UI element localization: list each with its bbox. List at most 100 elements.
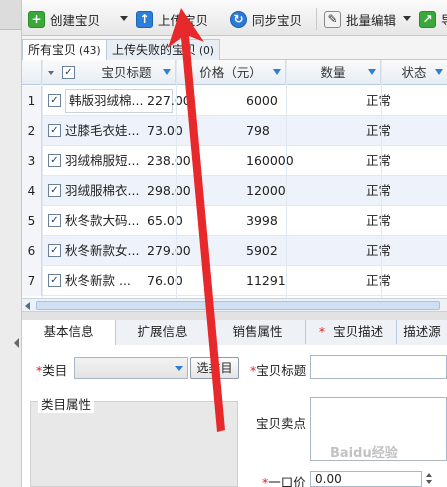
row-number: 3 <box>22 146 42 176</box>
row-number-header <box>22 60 42 85</box>
pick-category-button[interactable]: 选类目 <box>190 357 239 379</box>
import-icon: ↗ <box>419 10 436 28</box>
row-checkbox[interactable]: ✓ <box>48 274 61 287</box>
cell-status: 正常 <box>366 183 392 198</box>
sync-item-button[interactable]: ↻ 同步宝贝 <box>230 9 302 29</box>
row-checkbox[interactable]: ✓ <box>48 214 61 227</box>
tab-sales-attributes[interactable]: 销售属性 <box>210 320 306 344</box>
chevron-down-icon[interactable] <box>403 16 411 21</box>
table-row[interactable]: 3 ✓ 羽绒棉服短... 238.00 160000 正常 <box>22 146 447 176</box>
filter-icon[interactable] <box>163 69 171 75</box>
collapse-handle-icon[interactable] <box>14 338 19 348</box>
create-item-button[interactable]: + 创建宝贝 <box>28 9 100 29</box>
tab-sales-attributes-label: 销售属性 <box>232 324 283 339</box>
cell-price[interactable]: 65.00 <box>147 206 247 236</box>
cell-quantity[interactable]: 6000 <box>246 86 346 116</box>
import-label: 导 <box>441 10 447 29</box>
filter-icon[interactable] <box>273 69 281 75</box>
batch-edit-button[interactable]: ✎ 批量编辑 <box>324 9 396 29</box>
price-stepper[interactable] <box>424 471 434 487</box>
price-label: *一口价 <box>262 472 306 487</box>
row-checkbox[interactable]: ✓ <box>48 154 61 167</box>
stepper-down-icon[interactable] <box>426 480 432 484</box>
row-checkbox[interactable]: ✓ <box>48 184 61 197</box>
left-panel-header <box>0 0 21 30</box>
cell-quantity[interactable]: 11291 <box>246 266 346 296</box>
grid-column-divider <box>381 60 382 298</box>
category-attributes-legend: 类目属性 <box>38 394 95 413</box>
table-row[interactable]: 5 ✓ 秋冬款大码... 65.00 3998 正常 <box>22 206 447 236</box>
grid-column-divider <box>286 60 287 298</box>
cell-status: 正常 <box>366 123 392 138</box>
column-header-title[interactable]: 宝贝标题 <box>78 60 176 85</box>
splitter[interactable] <box>22 312 447 320</box>
tab-basic-info-label: 基本信息 <box>43 324 94 339</box>
tab-all-items[interactable]: 所有宝贝 (43) <box>22 39 107 61</box>
item-grid: ✓ 宝贝标题 价格（元） 数量 状态 1 ✓ 韩版羽绒棉... 227.00 6000 正… <box>22 60 447 298</box>
tab-basic-info[interactable]: 基本信息 <box>22 320 116 345</box>
table-row[interactable]: 1 ✓ 韩版羽绒棉... 227.00 6000 正常 <box>22 86 447 116</box>
row-checkbox[interactable]: ✓ <box>48 244 61 257</box>
tab-extended-info[interactable]: 扩展信息 <box>116 320 210 344</box>
horizontal-scrollbar[interactable] <box>22 298 447 312</box>
price-label-text: 一口价 <box>268 475 306 487</box>
sort-arrow-icon[interactable] <box>48 71 54 75</box>
scroll-left-icon[interactable] <box>25 302 30 310</box>
category-label: *类目 <box>36 360 67 379</box>
cell-price[interactable]: 298.00 <box>147 176 247 206</box>
grid-column-divider <box>176 60 177 298</box>
category-select[interactable] <box>74 357 188 379</box>
cell-quantity[interactable]: 3998 <box>246 206 346 236</box>
cell-price[interactable]: 279.00 <box>147 236 247 266</box>
stepper-up-icon[interactable] <box>426 473 432 477</box>
chevron-down-icon[interactable] <box>120 16 128 21</box>
cell-status: 正常 <box>366 153 392 168</box>
category-attributes-panel <box>30 401 238 487</box>
price-input[interactable]: 0.00 <box>310 471 422 487</box>
row-number: 6 <box>22 236 42 266</box>
tab-item-description[interactable]: * 宝贝描述 <box>306 320 397 344</box>
row-checkbox[interactable]: ✓ <box>48 94 61 107</box>
row-checkbox[interactable]: ✓ <box>48 124 61 137</box>
item-title-input[interactable] <box>310 355 447 379</box>
column-header-quantity[interactable]: 数量 <box>286 60 381 85</box>
upload-item-button[interactable]: ↑ 上传宝贝 <box>136 9 208 29</box>
import-button[interactable]: ↗ 导 <box>419 9 447 29</box>
cell-price[interactable]: 76.00 <box>147 266 247 296</box>
cell-price[interactable]: 73.00 <box>147 116 247 146</box>
row-number: 5 <box>22 206 42 236</box>
tab-upload-failed-count: (0) <box>199 45 214 57</box>
tab-item-description-label: 宝贝描述 <box>333 324 384 339</box>
item-title-label-text: 宝贝标题 <box>256 363 307 378</box>
basic-info-form: *类目 选类目 类目属性 *宝贝标题 宝贝卖点 *一口价 0.00 <box>22 345 447 487</box>
row-number: 4 <box>22 176 42 206</box>
tab-description-source[interactable]: 描述源 <box>397 320 447 344</box>
chevron-down-icon <box>175 366 183 371</box>
tab-upload-failed[interactable]: 上传失败的宝贝 (0) <box>106 39 220 60</box>
table-row[interactable]: 2 ✓ 过膝毛衣娃... 73.00 798 正常 <box>22 116 447 146</box>
cell-quantity[interactable]: 798 <box>246 116 346 146</box>
column-header-status[interactable]: 状态 <box>381 60 447 85</box>
cell-status: 正常 <box>366 93 392 108</box>
column-header-price[interactable]: 价格（元） <box>176 60 286 85</box>
filter-icon[interactable] <box>368 69 376 75</box>
cell-quantity[interactable]: 12000 <box>246 176 346 206</box>
toolbar: + 创建宝贝 ↑ 上传宝贝 ↻ 同步宝贝 ✎ 批量编辑 ↗ 导 <box>22 0 447 36</box>
sync-icon: ↻ <box>230 10 247 28</box>
table-row[interactable]: 7 ✓ 秋冬新款 ... 76.00 11291 正常 <box>22 266 447 296</box>
scrollbar-thumb[interactable] <box>36 301 440 310</box>
cell-quantity[interactable]: 160000 <box>246 146 346 176</box>
select-all-checkbox[interactable]: ✓ <box>62 66 75 79</box>
sync-item-label: 同步宝贝 <box>252 12 303 28</box>
create-item-label: 创建宝贝 <box>50 12 101 28</box>
cell-price[interactable]: 227.00 <box>147 86 247 116</box>
table-row[interactable]: 4 ✓ 羽绒服棉衣... 298.00 12000 正常 <box>22 176 447 206</box>
left-panel-edge <box>0 0 22 487</box>
cell-price[interactable]: 238.00 <box>147 146 247 176</box>
grid-column-divider <box>42 60 43 298</box>
detail-tabs: 基本信息 扩展信息 销售属性 * 宝贝描述 描述源 <box>22 320 447 345</box>
list-tabs: 所有宝贝 (43) 上传失败的宝贝 (0) <box>22 36 447 61</box>
table-row[interactable]: 6 ✓ 秋冬新款女... 279.00 5902 正常 <box>22 236 447 266</box>
cell-quantity[interactable]: 5902 <box>246 236 346 266</box>
filter-icon[interactable] <box>435 69 443 75</box>
